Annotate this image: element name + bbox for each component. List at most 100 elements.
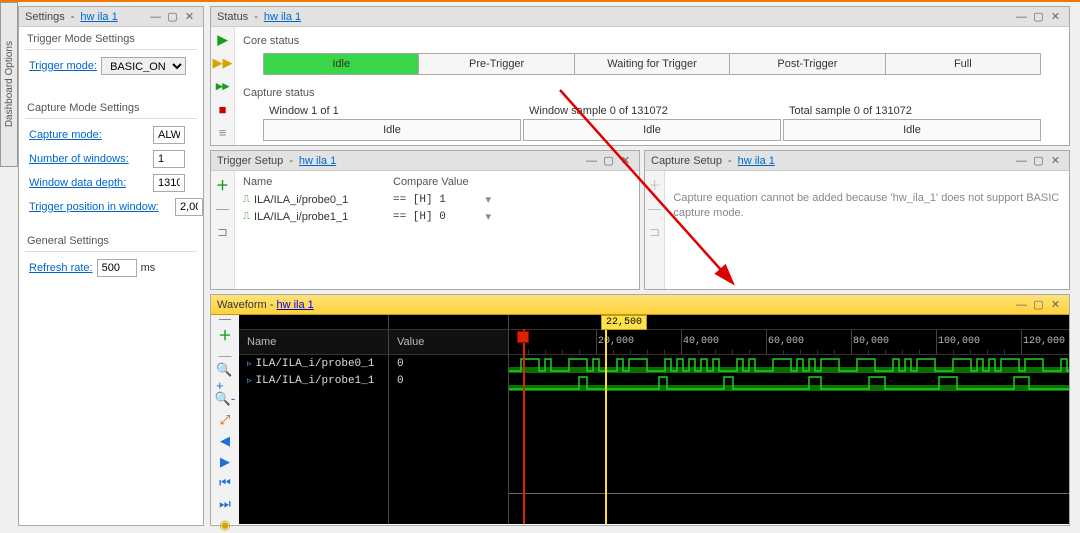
gate-icon[interactable]: ⊐ [214,223,232,241]
capture-toolbar: ＋ — ⊐ [645,171,665,289]
settings-title-bar: Settings - hw ila 1 — ▢ ✕ [19,7,203,27]
maximize-icon[interactable]: ▢ [1031,298,1046,311]
minimize-icon[interactable]: — [1014,154,1029,167]
skip-start-icon[interactable]: ⏮ [216,475,234,491]
minimize-icon[interactable]: — [1014,10,1029,23]
cap-window-label: Window 1 of 1 [263,103,521,119]
capture-setup-title: Capture Setup [651,155,722,167]
add-icon[interactable]: ＋ [214,175,232,193]
trigger-col-name: Name [237,173,387,191]
trigger-row[interactable]: ⎍ILA/ILA_i/probe1_1 [237,208,387,225]
trigger-toolbar: ＋ — ⊐ [211,171,235,289]
status-waiting: Waiting for Trigger [574,54,729,74]
window-depth-input[interactable] [153,174,185,192]
nav-prev-icon[interactable]: ◀ [216,433,234,449]
trigger-mode-label[interactable]: Trigger mode: [29,60,97,72]
status-full: Full [885,54,1040,74]
maximize-icon[interactable]: ▢ [1031,154,1046,167]
add-icon[interactable]: ＋ [646,175,664,193]
maximize-icon[interactable]: ▢ [601,154,616,167]
dashboard-options-tab[interactable]: Dashboard Options [0,2,18,167]
waveform-ruler[interactable]: 20,00040,00060,00080,000100,000120,000 [509,329,1069,355]
trigger-flag-icon[interactable] [517,331,529,343]
zoom-in-icon[interactable]: 🔍+ [216,368,234,386]
trigger-col-compare: Compare Value [387,173,497,191]
maximize-icon[interactable]: ▢ [165,10,180,23]
trigger-mode-select[interactable]: BASIC_ONLY [101,57,186,75]
status-title-bar: Status - hw ila 1 — ▢ ✕ [211,7,1069,27]
skip-end-icon[interactable]: ⏭ [216,496,234,512]
close-icon[interactable]: ✕ [1048,154,1063,167]
trigger-table: Name Compare Value ⎍ILA/ILA_i/probe0_1 =… [237,173,637,225]
remove-icon[interactable]: — [214,199,232,217]
close-icon[interactable]: ✕ [618,154,633,167]
close-icon[interactable]: ✕ [1048,10,1063,23]
waveform-name-column: Name ▹ILA/ILA_i/probe0_1 ▹ILA/ILA_i/prob… [239,315,389,524]
status-title: Status [217,11,248,23]
minimize-icon[interactable]: — [1014,298,1029,311]
resume-icon[interactable]: ▸▸ [214,77,232,94]
maximize-icon[interactable]: ▢ [1031,10,1046,23]
run-icon[interactable]: ▶ [214,31,232,48]
settings-icon[interactable]: ≡ [214,124,232,141]
status-toolbar: ▶ ▶▶ ▸▸ ■ ≡ [211,27,235,145]
close-icon[interactable]: ✕ [1048,298,1063,311]
trigger-row[interactable]: ⎍ILA/ILA_i/probe0_1 [237,191,387,208]
capture-status-label: Capture status [239,83,1065,103]
step-icon[interactable]: ▶▶ [214,54,232,71]
trigger-pos-label[interactable]: Trigger position in window: [29,201,171,213]
nav-next-icon[interactable]: ▶ [216,454,234,470]
core-status-label: Core status [239,31,1065,51]
trigger-cursor[interactable] [523,329,525,524]
status-link[interactable]: hw ila 1 [264,11,301,23]
time-cursor[interactable] [605,329,607,524]
waveform-value-header: Value [389,329,508,355]
dropdown-icon[interactable]: ▾ [485,193,491,206]
refresh-rate-input[interactable] [97,259,137,277]
trigger-pos-input[interactable] [175,198,203,216]
minimize-icon[interactable]: — [148,10,163,23]
refresh-rate-unit: ms [141,262,156,274]
waveform-name-header: Name [239,329,388,355]
dropdown-icon[interactable]: ▾ [485,210,491,223]
cap-total-label: Total sample 0 of 131072 [783,103,1041,119]
trigger-compare-cell[interactable]: == [H] 0▾ [387,208,497,225]
capture-mode-input[interactable] [153,126,185,144]
minimize-icon[interactable]: — [584,154,599,167]
stop-icon[interactable]: ■ [214,101,232,118]
settings-link[interactable]: hw ila 1 [80,11,117,23]
zoom-fit-icon[interactable]: ⤢ [216,412,234,428]
waveform-link[interactable]: hw ila 1 [277,299,314,311]
capture-status-row: Window 1 of 1 Idle Window sample 0 of 13… [263,103,1041,141]
signal-icon: ▹ [247,359,252,369]
waveform-plot-area[interactable]: 20,00040,00060,00080,000100,000120,000 2… [509,315,1069,524]
trigger-setup-title: Trigger Setup [217,155,283,167]
waveform-signal-row[interactable]: ▹ILA/ILA_i/probe1_1 [239,372,388,389]
marker-icon[interactable]: ◉ [216,517,234,533]
settings-title: Settings [25,11,65,23]
trigger-compare-cell[interactable]: == [H] 1▾ [387,191,497,208]
remove-icon[interactable]: — [646,199,664,217]
num-windows-input[interactable] [153,150,185,168]
waveform-signal-row[interactable]: ▹ILA/ILA_i/probe0_1 [239,355,388,372]
window-depth-label[interactable]: Window data depth: [29,177,149,189]
cap-total-state: Idle [783,119,1041,141]
zoom-out-icon[interactable]: 🔍- [216,391,234,407]
signal-icon: ▹ [247,376,252,386]
trigger-setup-panel: Trigger Setup - hw ila 1 — ▢ ✕ ＋ — ⊐ Nam… [210,150,640,290]
capture-setup-message: Capture equation cannot be added because… [665,171,1069,289]
capture-mode-label[interactable]: Capture mode: [29,129,149,141]
refresh-rate-label[interactable]: Refresh rate: [29,262,93,274]
waveform-title-bar: Waveform - hw ila 1 — ▢ ✕ [211,295,1069,315]
waveform-value-column: Value 0 0 [389,315,509,524]
gate-icon[interactable]: ⊐ [646,223,664,241]
num-windows-label[interactable]: Number of windows: [29,153,149,165]
probe-icon: ⎍ [243,211,250,222]
capture-setup-link[interactable]: hw ila 1 [738,155,775,167]
waveform-value-row: 0 [389,372,508,389]
close-icon[interactable]: ✕ [182,10,197,23]
core-status-bar: Idle Pre-Trigger Waiting for Trigger Pos… [263,53,1041,75]
cap-winsample-label: Window sample 0 of 131072 [523,103,781,119]
add-signal-icon[interactable]: ＋ [216,325,234,343]
trigger-setup-link[interactable]: hw ila 1 [299,155,336,167]
